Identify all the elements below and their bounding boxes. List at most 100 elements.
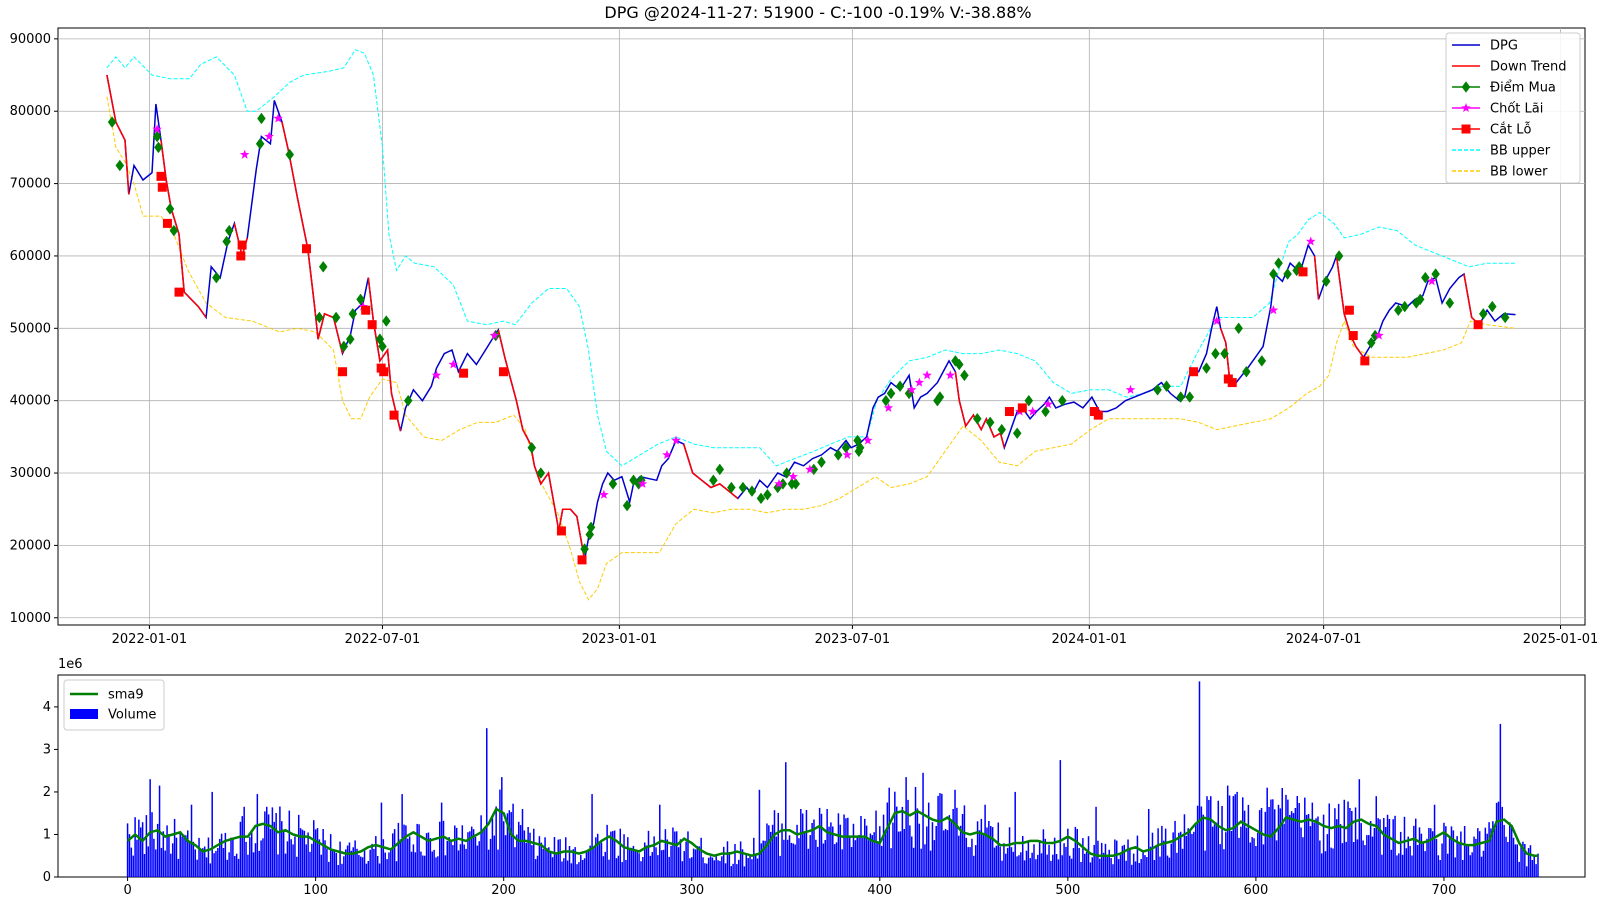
volume-bar bbox=[1016, 856, 1018, 877]
volume-bar bbox=[410, 851, 413, 877]
volume-bar bbox=[1110, 858, 1112, 877]
volume-bar bbox=[687, 831, 689, 877]
volume-bar bbox=[649, 855, 652, 877]
volume-bar bbox=[1309, 826, 1312, 877]
volume-bar bbox=[916, 808, 919, 877]
volume-bar bbox=[1403, 816, 1406, 877]
volume-bar bbox=[1307, 814, 1310, 877]
volume-bar bbox=[835, 842, 838, 877]
volume-bar bbox=[1099, 858, 1101, 877]
volume-bar bbox=[751, 859, 753, 877]
volume-bar bbox=[211, 791, 213, 877]
volume-bar bbox=[247, 854, 249, 877]
volume-bar bbox=[440, 802, 443, 877]
volume-bar bbox=[296, 856, 298, 877]
volume-bar bbox=[1078, 847, 1080, 877]
volume-bar bbox=[911, 836, 913, 877]
volume-bar bbox=[841, 849, 843, 877]
volume-bar bbox=[365, 863, 368, 877]
volume-bar bbox=[706, 863, 708, 877]
volume-bar bbox=[1230, 831, 1233, 877]
volume-bar bbox=[1275, 840, 1278, 877]
volume-bar bbox=[185, 835, 187, 877]
volume-bar bbox=[991, 827, 994, 877]
volume-bar bbox=[933, 840, 936, 877]
volume-bar bbox=[455, 827, 458, 877]
volume-bar bbox=[961, 814, 964, 877]
volume-bar bbox=[1003, 843, 1005, 877]
volume-bar bbox=[907, 799, 909, 877]
volume-bar bbox=[510, 812, 512, 877]
volume-bar bbox=[294, 836, 296, 877]
volume-bar bbox=[694, 849, 697, 877]
volume-bar bbox=[1469, 855, 1472, 877]
volume-bar bbox=[1033, 844, 1035, 877]
volume-bar bbox=[138, 819, 140, 877]
volume-bar bbox=[470, 826, 473, 877]
volume-bar bbox=[1493, 827, 1496, 877]
volume-bar bbox=[1300, 827, 1302, 877]
volume-bar bbox=[181, 836, 183, 877]
volume-bar bbox=[858, 834, 860, 877]
volume-bar bbox=[1221, 806, 1223, 877]
volume-bar bbox=[1170, 843, 1173, 877]
volume-bar bbox=[495, 806, 497, 877]
volume-bar bbox=[1435, 838, 1438, 877]
volume-bar bbox=[1441, 843, 1443, 877]
volume-bar bbox=[1072, 848, 1075, 877]
volume-bar bbox=[1383, 818, 1385, 877]
volume-bar bbox=[1146, 857, 1148, 877]
volume-bar bbox=[1446, 853, 1449, 877]
volume-bar bbox=[1226, 785, 1229, 877]
volume-bar bbox=[1477, 828, 1479, 877]
volume-bar bbox=[903, 829, 905, 877]
volume-bar bbox=[956, 807, 958, 877]
volume-bar bbox=[1319, 840, 1321, 877]
volume-bar bbox=[442, 820, 445, 877]
volume-bar bbox=[1106, 857, 1109, 877]
volume-bar bbox=[929, 850, 932, 877]
volume-bar bbox=[988, 821, 990, 877]
volume-bar bbox=[380, 802, 383, 877]
volume-bar bbox=[250, 830, 253, 877]
volume-offset-label: 1e6 bbox=[58, 657, 83, 672]
volume-bar bbox=[187, 830, 189, 877]
volume-bar bbox=[993, 847, 996, 877]
volume-bar bbox=[132, 855, 134, 877]
y-tick-label: 3 bbox=[43, 742, 51, 757]
volume-bar bbox=[845, 818, 847, 877]
volume-bar bbox=[1360, 823, 1362, 877]
volume-bar bbox=[1091, 857, 1094, 877]
volume-bar bbox=[1232, 796, 1235, 877]
volume-bar bbox=[237, 858, 240, 877]
x-tick-label: 200 bbox=[491, 883, 516, 898]
y-tick-label: 20000 bbox=[10, 538, 51, 553]
volume-bar bbox=[222, 848, 225, 877]
volume-bar bbox=[796, 824, 798, 877]
volume-bar bbox=[852, 823, 855, 877]
volume-bar bbox=[1497, 801, 1500, 877]
stop-loss-marker bbox=[1344, 305, 1354, 315]
volume-bar bbox=[177, 858, 180, 877]
volume-bar bbox=[593, 848, 595, 877]
volume-bar bbox=[952, 809, 954, 877]
volume-bar bbox=[1398, 853, 1400, 877]
volume-bar bbox=[760, 843, 763, 877]
volume-bar bbox=[1147, 809, 1150, 877]
volume-bar bbox=[1334, 808, 1336, 877]
volume-bar bbox=[980, 818, 983, 877]
volume-bar bbox=[867, 840, 870, 877]
volume-bar bbox=[533, 828, 535, 877]
volume-bar bbox=[393, 829, 396, 877]
volume-bar bbox=[538, 836, 541, 877]
volume-bar bbox=[1048, 844, 1050, 877]
volume-bar bbox=[753, 837, 755, 877]
volume-bar bbox=[978, 830, 981, 877]
volume-bar bbox=[1217, 800, 1220, 877]
volume-bar bbox=[596, 833, 599, 877]
volume-bar bbox=[939, 793, 941, 877]
volume-bar bbox=[403, 824, 405, 877]
volume-bar bbox=[847, 817, 849, 877]
volume-bar bbox=[689, 858, 691, 877]
volume-bar bbox=[322, 829, 324, 877]
